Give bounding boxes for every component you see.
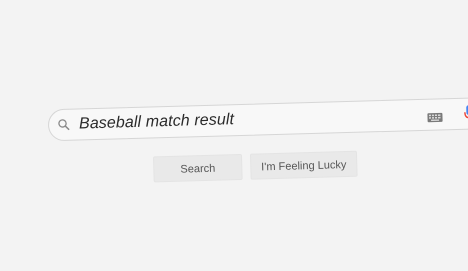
keyboard-icon[interactable] xyxy=(427,109,443,123)
search-page: Baseball match result Search I'm Feeling… xyxy=(0,0,468,271)
search-input[interactable]: Baseball match result xyxy=(79,111,235,133)
microphone-icon[interactable] xyxy=(464,104,468,122)
feeling-lucky-button[interactable]: I'm Feeling Lucky xyxy=(249,150,358,180)
search-icon xyxy=(57,118,71,132)
search-box[interactable]: Baseball match result xyxy=(47,96,468,142)
search-button[interactable]: Search xyxy=(152,153,243,183)
